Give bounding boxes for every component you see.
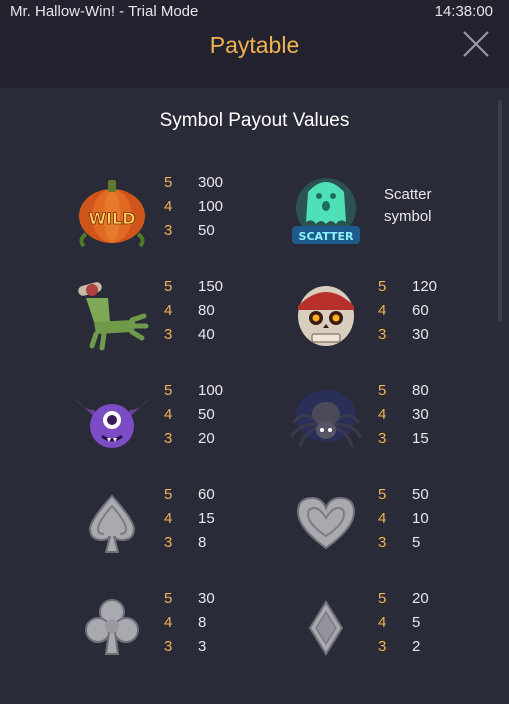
pay-count: 3 bbox=[378, 534, 387, 551]
pay-value: 10 bbox=[412, 510, 429, 527]
section-title: Symbol Payout Values bbox=[159, 110, 350, 131]
pay-value: 8 bbox=[198, 534, 207, 551]
pay-count: 5 bbox=[378, 278, 387, 295]
pay-value: 20 bbox=[412, 590, 429, 607]
pay-value: 30 bbox=[412, 406, 429, 423]
pay-value: 60 bbox=[198, 486, 215, 503]
symbol-heart: 5 50 4 10 3 5 bbox=[286, 484, 509, 574]
pay-value: 80 bbox=[198, 302, 215, 319]
pay-count: 3 bbox=[164, 326, 173, 343]
club-icon bbox=[72, 588, 152, 668]
wild-pumpkin-icon: WILD bbox=[72, 172, 152, 252]
spade-icon bbox=[72, 484, 152, 564]
scatter-description: Scatter symbol bbox=[384, 184, 484, 228]
pay-count: 3 bbox=[164, 222, 173, 239]
pay-count: 4 bbox=[164, 614, 173, 631]
pay-count: 4 bbox=[164, 406, 173, 423]
pay-count: 4 bbox=[164, 302, 173, 319]
symbol-club: 5 30 4 8 3 3 bbox=[72, 588, 312, 678]
pay-value: 3 bbox=[198, 638, 207, 655]
pay-count: 4 bbox=[378, 406, 387, 423]
pay-value: 120 bbox=[412, 278, 438, 295]
scatter-description-line2: symbol bbox=[384, 208, 432, 225]
pay-value: 30 bbox=[412, 326, 429, 343]
header-bar: Mr. Hallow-Win! - Trial Mode 14:38:00 Pa… bbox=[0, 0, 509, 88]
pay-value: 60 bbox=[412, 302, 429, 319]
pay-count: 4 bbox=[164, 510, 173, 527]
pay-count: 5 bbox=[164, 486, 173, 503]
pay-value: 20 bbox=[198, 430, 215, 447]
heart-icon bbox=[286, 484, 366, 564]
symbol-pirate-skull: 5 120 4 60 3 30 bbox=[286, 276, 509, 366]
wild-label: WILD bbox=[88, 209, 135, 228]
close-icon bbox=[463, 31, 489, 57]
pay-count: 4 bbox=[378, 302, 387, 319]
pay-value: 8 bbox=[198, 614, 207, 631]
pay-value: 15 bbox=[198, 510, 215, 527]
symbol-purple-bat: 5 100 4 50 3 20 bbox=[72, 380, 312, 470]
pay-count: 4 bbox=[378, 614, 387, 631]
pay-count: 3 bbox=[378, 638, 387, 655]
pay-value: 15 bbox=[412, 430, 429, 447]
pay-count: 4 bbox=[378, 510, 387, 527]
purple-bat-icon bbox=[72, 380, 152, 460]
pay-count: 3 bbox=[164, 430, 173, 447]
pay-value: 40 bbox=[198, 326, 215, 343]
pay-value: 50 bbox=[198, 406, 215, 423]
pay-count: 5 bbox=[378, 590, 387, 607]
pay-value: 150 bbox=[198, 278, 224, 295]
symbol-spade: 5 60 4 15 3 8 bbox=[72, 484, 312, 574]
pay-value: 5 bbox=[412, 534, 421, 551]
pay-count: 3 bbox=[164, 534, 173, 551]
spider-icon bbox=[286, 380, 366, 460]
pay-value: 5 bbox=[412, 614, 421, 631]
pirate-skull-icon bbox=[286, 276, 366, 356]
clock: 14:38:00 bbox=[434, 3, 493, 20]
pay-count: 4 bbox=[164, 198, 173, 215]
pay-count: 5 bbox=[378, 486, 387, 503]
pay-value: 100 bbox=[198, 198, 224, 215]
scatter-description-line1: Scatter bbox=[384, 186, 432, 203]
pay-count: 5 bbox=[164, 278, 173, 295]
pay-count: 5 bbox=[164, 174, 173, 191]
symbol-diamond: 5 20 4 5 3 2 bbox=[286, 588, 509, 678]
pay-value: 30 bbox=[198, 590, 215, 607]
symbol-scatter: SCATTER Scatter symbol bbox=[286, 172, 509, 262]
pay-value: 50 bbox=[412, 486, 429, 503]
diamond-icon bbox=[286, 588, 366, 668]
pay-count: 3 bbox=[164, 638, 173, 655]
pay-count: 5 bbox=[164, 590, 173, 607]
pay-value: 100 bbox=[198, 382, 224, 399]
scatter-label: SCATTER bbox=[299, 230, 354, 243]
pay-count: 3 bbox=[378, 430, 387, 447]
pay-value: 80 bbox=[412, 382, 429, 399]
page-title: Paytable bbox=[209, 32, 300, 58]
pay-value: 50 bbox=[198, 222, 215, 239]
pay-count: 5 bbox=[164, 382, 173, 399]
scatter-ghost-icon: SCATTER bbox=[286, 172, 366, 252]
pay-value: 300 bbox=[198, 174, 224, 191]
pay-count: 5 bbox=[378, 382, 387, 399]
zombie-hand-icon bbox=[72, 276, 152, 356]
app-title: Mr. Hallow-Win! - Trial Mode bbox=[10, 3, 199, 20]
symbol-zombie-hand: 5 150 4 80 3 40 bbox=[72, 276, 312, 366]
pay-value: 2 bbox=[412, 638, 421, 655]
symbol-spider: 5 80 4 30 3 15 bbox=[286, 380, 509, 470]
close-button[interactable] bbox=[461, 29, 491, 59]
pay-count: 3 bbox=[378, 326, 387, 343]
symbol-wild: WILD 5 300 4 100 3 50 bbox=[72, 172, 312, 262]
